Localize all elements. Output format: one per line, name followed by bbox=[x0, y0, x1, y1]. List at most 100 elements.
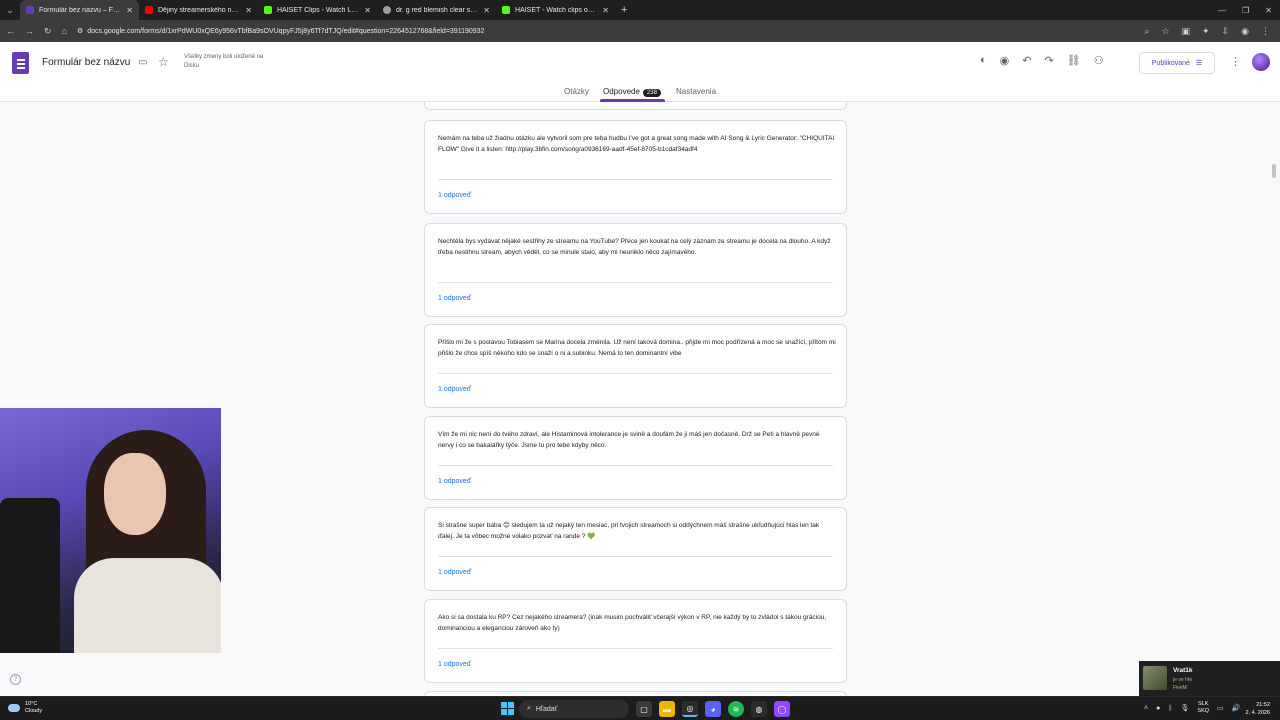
close-tab-icon[interactable]: ✕ bbox=[245, 6, 252, 15]
publish-button[interactable]: Publikované ☰ bbox=[1139, 52, 1215, 74]
new-tab-icon[interactable]: + bbox=[615, 4, 633, 16]
publish-label: Publikované bbox=[1151, 59, 1190, 67]
undo-icon[interactable]: ↶ bbox=[1022, 54, 1031, 67]
clock[interactable]: 21:52 2. 4. 2026 bbox=[1246, 701, 1270, 717]
redo-icon[interactable]: ↷ bbox=[1044, 54, 1053, 67]
task-view-icon[interactable]: ▢ bbox=[636, 701, 652, 717]
close-window-icon[interactable]: ✕ bbox=[1265, 6, 1272, 15]
more-options-icon[interactable]: ⋮ bbox=[1230, 55, 1241, 68]
profile-icon[interactable]: ◉ bbox=[1241, 26, 1249, 37]
tab-search-icon[interactable]: ⌄ bbox=[0, 0, 20, 20]
preview-eye-icon[interactable]: ◉ bbox=[1000, 54, 1010, 67]
add-collaborator-icon[interactable]: ⚇ bbox=[1094, 54, 1104, 67]
close-tab-icon[interactable]: ✕ bbox=[483, 6, 490, 15]
friend-status: je ve hře bbox=[1173, 677, 1193, 683]
card-divider bbox=[438, 282, 833, 283]
tray-expand-icon[interactable]: ˄ bbox=[1144, 705, 1148, 712]
lang-bottom: SKQ bbox=[1197, 708, 1210, 714]
webcam-person-face bbox=[104, 453, 166, 535]
close-tab-icon[interactable]: ✕ bbox=[126, 6, 133, 15]
reload-icon[interactable]: ↻ bbox=[44, 26, 52, 37]
card-divider bbox=[438, 373, 833, 374]
chrome-icon[interactable]: ◎ bbox=[682, 701, 698, 717]
scrollbar-thumb[interactable] bbox=[1272, 164, 1276, 178]
response-text: Si strašne super baba 😊 sledujem ta už n… bbox=[438, 522, 820, 540]
windows-start-icon[interactable] bbox=[501, 702, 514, 715]
twitch-icon[interactable]: ◯ bbox=[774, 701, 790, 717]
response-count-link[interactable]: 1 odpoveď bbox=[438, 295, 471, 302]
star-icon[interactable]: ☆ bbox=[158, 55, 169, 69]
tab-3[interactable]: dr. g red blemish clear soothin ✕ bbox=[377, 0, 496, 20]
search-icon: ⌕ bbox=[527, 705, 531, 712]
tab-4[interactable]: HAISET - Watch clips on Kick ✕ bbox=[496, 0, 615, 20]
tab-2[interactable]: HAISET Clips - Watch Live on K ✕ bbox=[258, 0, 377, 20]
weather-widget[interactable]: 10°C Cloudy bbox=[8, 701, 42, 715]
response-card-partial bbox=[424, 102, 847, 110]
tab-title: Formulár bez názvu – Formulár bbox=[39, 6, 121, 14]
response-count-link[interactable]: 1 odpoveď bbox=[438, 661, 471, 668]
back-icon[interactable]: ← bbox=[6, 26, 15, 36]
response-count-link[interactable]: 1 odpoveď bbox=[438, 569, 471, 576]
kick-favicon-icon bbox=[264, 6, 272, 14]
minimize-icon[interactable]: — bbox=[1218, 6, 1226, 15]
tab-questions[interactable]: Otázky bbox=[564, 87, 589, 96]
avatar[interactable] bbox=[1252, 53, 1270, 71]
tab-0[interactable]: Formulár bez názvu – Formulár ✕ bbox=[20, 0, 139, 20]
card-divider bbox=[438, 556, 833, 557]
form-title[interactable]: Formulár bez názvu bbox=[42, 57, 130, 68]
extension-icon[interactable]: ▣ bbox=[1182, 26, 1191, 37]
download-icon[interactable]: ⇩ bbox=[1222, 26, 1230, 37]
tab-1[interactable]: Dějiny streamerského národa ✕ bbox=[139, 0, 258, 20]
microphone-icon[interactable]: 🎙 bbox=[1181, 704, 1190, 712]
menu-icon[interactable]: ⋮ bbox=[1261, 26, 1270, 37]
bookmark-star-icon[interactable]: ☆ bbox=[1161, 26, 1169, 37]
responses-count-badge: 238 bbox=[642, 89, 661, 97]
tray-app-icon[interactable]: ● bbox=[1156, 705, 1160, 712]
url-field[interactable]: ⚙ docs.google.com/forms/d/1xrPdWU0xQE6y9… bbox=[77, 27, 1134, 36]
obs-icon[interactable]: ◍ bbox=[751, 701, 767, 717]
lang-top: SLK bbox=[1198, 701, 1209, 707]
response-text: Vím že mi nic není do tvého zdraví, ale … bbox=[438, 431, 820, 449]
forms-logo-icon[interactable] bbox=[12, 52, 29, 74]
network-icon[interactable]: ▭ bbox=[1217, 704, 1224, 712]
bluetooth-icon[interactable]: ᛒ bbox=[1168, 705, 1172, 712]
browser-tab-strip: ⌄ Formulár bez názvu – Formulár ✕ Dějiny… bbox=[0, 0, 1280, 20]
discord-icon[interactable]: ◕ bbox=[705, 701, 721, 717]
link-icon[interactable]: ⛓ bbox=[1067, 54, 1081, 67]
close-tab-icon[interactable]: ✕ bbox=[364, 6, 371, 15]
card-divider bbox=[438, 648, 833, 649]
tab-responses[interactable]: Odpovede 238 bbox=[603, 87, 661, 97]
maximize-icon[interactable]: ❐ bbox=[1242, 6, 1249, 15]
response-count-link[interactable]: 1 odpoveď bbox=[438, 478, 471, 485]
home-icon[interactable]: ⌂ bbox=[62, 26, 67, 36]
webcam-person-body bbox=[74, 558, 221, 653]
taskbar-search[interactable]: ⌕ Hľadať bbox=[519, 700, 629, 718]
response-text: Nechtěla bys vydávat nějaké sestřihy ze … bbox=[438, 238, 831, 256]
move-to-folder-icon[interactable]: ▭ bbox=[138, 57, 147, 68]
response-card: Přišlo mi že s postavou Tobiasem se Mari… bbox=[424, 324, 847, 408]
palette-icon[interactable]: ◐ bbox=[980, 54, 987, 67]
zoom-icon[interactable]: ⌕ bbox=[1144, 26, 1149, 37]
tab-settings[interactable]: Nastavenia bbox=[676, 87, 716, 96]
extensions-puzzle-icon[interactable]: ✦ bbox=[1202, 26, 1210, 37]
window-controls: — ❐ ✕ bbox=[1218, 0, 1272, 20]
youtube-favicon-icon bbox=[145, 6, 153, 14]
site-info-icon[interactable]: ⚙ bbox=[77, 27, 83, 35]
language-indicator[interactable]: SLK SKQ bbox=[1197, 701, 1209, 715]
tab-title: HAISET - Watch clips on Kick bbox=[515, 6, 597, 14]
kick-favicon-icon bbox=[502, 6, 510, 14]
file-explorer-icon[interactable]: ▬ bbox=[659, 701, 675, 717]
response-count-link[interactable]: 1 odpoveď bbox=[438, 386, 471, 393]
spotify-icon[interactable]: ≋ bbox=[728, 701, 744, 717]
search-label: Hľadať bbox=[535, 705, 558, 713]
tab-label: Nastavenia bbox=[676, 87, 717, 96]
friend-notification[interactable]: Vrat1k je ve hře FiveM bbox=[1139, 661, 1280, 696]
response-count-link[interactable]: 1 odpoveď bbox=[438, 192, 471, 199]
volume-icon[interactable]: 🔊 bbox=[1232, 704, 1241, 712]
webcam-chair bbox=[0, 498, 60, 653]
tab-label: Odpovede bbox=[603, 87, 640, 96]
close-tab-icon[interactable]: ✕ bbox=[602, 6, 609, 15]
help-icon[interactable]: ? bbox=[10, 674, 21, 685]
forward-icon[interactable]: → bbox=[25, 26, 34, 36]
weather-desc: Cloudy bbox=[25, 708, 43, 714]
